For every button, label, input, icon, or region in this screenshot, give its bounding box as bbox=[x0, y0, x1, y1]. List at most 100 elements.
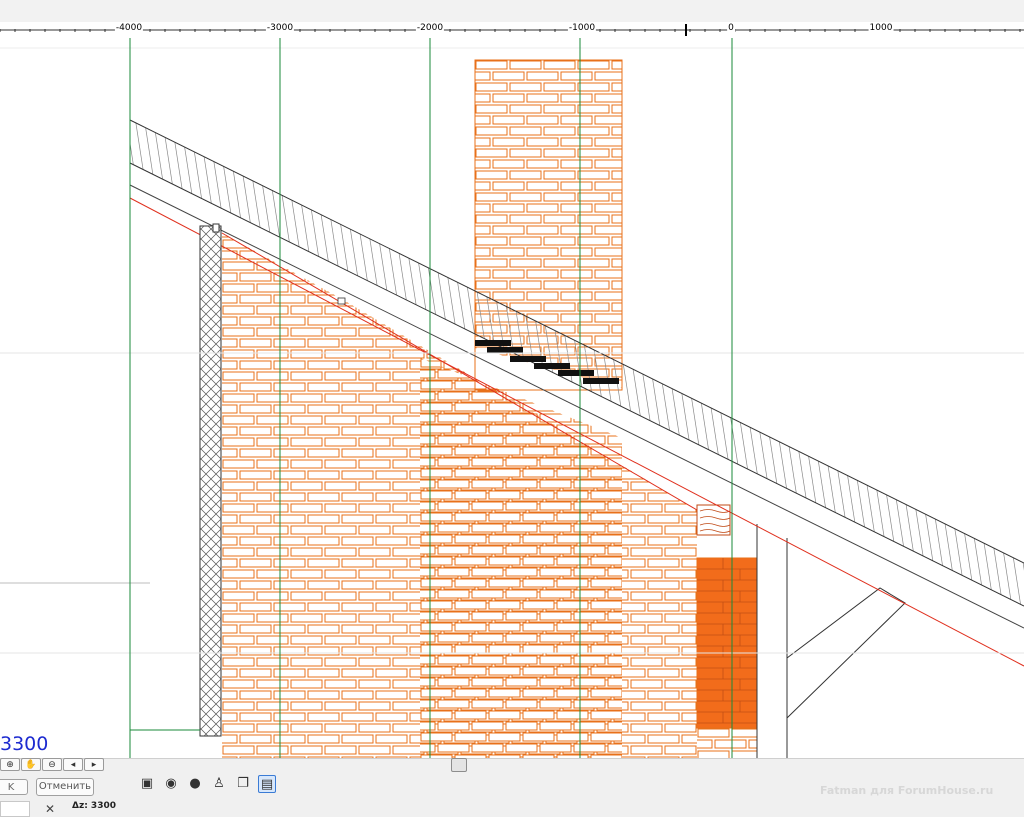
camera-icon[interactable]: ◉ bbox=[162, 775, 180, 793]
brick bbox=[375, 580, 408, 590]
brick bbox=[556, 534, 589, 544]
brick bbox=[664, 437, 697, 447]
horizontal-scrollbar[interactable] bbox=[0, 758, 1024, 773]
brick bbox=[560, 137, 593, 147]
brick bbox=[324, 327, 357, 337]
brick bbox=[256, 415, 289, 425]
brick bbox=[577, 104, 610, 114]
brick bbox=[630, 459, 663, 469]
brick bbox=[454, 534, 487, 544]
brick bbox=[454, 600, 487, 610]
brick bbox=[392, 569, 425, 579]
brick bbox=[526, 181, 559, 191]
brick bbox=[307, 580, 340, 590]
brick bbox=[471, 391, 504, 401]
brick bbox=[437, 655, 470, 665]
brick bbox=[420, 402, 453, 412]
brick bbox=[443, 233, 476, 238]
brick bbox=[392, 305, 425, 315]
scrollbar-thumb[interactable] bbox=[451, 758, 467, 772]
ok-button[interactable]: K bbox=[0, 779, 28, 795]
brick bbox=[443, 250, 476, 260]
brick bbox=[437, 545, 470, 555]
ruler-label: 0 bbox=[727, 23, 735, 33]
brick bbox=[437, 391, 470, 401]
brick bbox=[239, 382, 272, 392]
brick bbox=[545, 404, 578, 414]
brick bbox=[556, 688, 589, 698]
brick bbox=[375, 734, 408, 744]
brick bbox=[594, 159, 622, 169]
brick bbox=[556, 490, 589, 500]
brick bbox=[222, 327, 255, 337]
brick bbox=[611, 192, 622, 202]
brick bbox=[437, 523, 470, 533]
brick bbox=[664, 547, 697, 557]
brick bbox=[630, 437, 663, 447]
zoom-in-icon[interactable]: ⊕ bbox=[0, 758, 20, 771]
brick bbox=[714, 739, 747, 749]
brick bbox=[341, 558, 374, 568]
brick bbox=[324, 745, 357, 755]
value-field[interactable] bbox=[0, 801, 30, 817]
brick bbox=[307, 734, 340, 744]
brick bbox=[647, 734, 680, 744]
zoom-next-icon[interactable]: ▸ bbox=[84, 758, 104, 771]
brick bbox=[222, 701, 255, 711]
zoom-previous-icon[interactable]: ◂ bbox=[63, 758, 83, 771]
brick bbox=[509, 170, 542, 180]
brick bbox=[392, 437, 425, 447]
brick bbox=[375, 558, 408, 568]
brick bbox=[509, 258, 542, 268]
brick bbox=[324, 613, 357, 623]
brick bbox=[256, 393, 289, 403]
brick bbox=[492, 137, 525, 147]
brick bbox=[577, 280, 610, 290]
brick bbox=[522, 512, 555, 522]
brick bbox=[543, 236, 576, 246]
brick bbox=[543, 258, 576, 268]
copy-icon[interactable]: ❐ bbox=[234, 775, 252, 793]
brick bbox=[539, 633, 572, 643]
brick bbox=[611, 346, 622, 356]
sphere-icon[interactable]: ● bbox=[186, 775, 204, 793]
brick bbox=[307, 602, 340, 612]
3d-box-icon[interactable]: ▣ bbox=[138, 775, 156, 793]
brick bbox=[341, 470, 374, 480]
brick bbox=[543, 280, 576, 290]
hatch-line bbox=[941, 120, 1024, 606]
zoom-out-icon[interactable]: ⊖ bbox=[42, 758, 62, 771]
brick bbox=[681, 250, 697, 260]
brick bbox=[681, 470, 697, 480]
brick bbox=[573, 743, 606, 753]
brick bbox=[539, 567, 572, 577]
brick bbox=[573, 457, 606, 467]
paste-icon[interactable]: ▤ bbox=[258, 775, 276, 793]
brick bbox=[577, 192, 610, 202]
brick bbox=[699, 548, 730, 556]
walk-icon[interactable]: ♙ bbox=[210, 775, 228, 793]
brick bbox=[256, 459, 289, 469]
brick bbox=[488, 710, 521, 720]
brick bbox=[454, 688, 487, 698]
brick bbox=[471, 677, 504, 687]
brick bbox=[341, 646, 374, 656]
brick bbox=[222, 437, 255, 447]
brick bbox=[239, 712, 272, 722]
brick bbox=[539, 677, 572, 687]
brick bbox=[239, 580, 272, 590]
brick bbox=[573, 677, 606, 687]
brick bbox=[647, 426, 680, 436]
brick bbox=[222, 371, 255, 381]
brick bbox=[509, 236, 542, 246]
drawing-canvas[interactable] bbox=[0, 38, 1024, 758]
hatch-line bbox=[878, 120, 970, 606]
brick bbox=[528, 393, 561, 403]
dz-icon: ✕ bbox=[45, 802, 56, 816]
brick bbox=[573, 523, 606, 533]
cancel-button[interactable]: Отменить bbox=[36, 778, 94, 796]
hatch-line bbox=[200, 738, 222, 758]
brick bbox=[492, 225, 525, 235]
pan-hand-icon[interactable]: ✋ bbox=[21, 758, 41, 771]
brick bbox=[630, 701, 663, 711]
